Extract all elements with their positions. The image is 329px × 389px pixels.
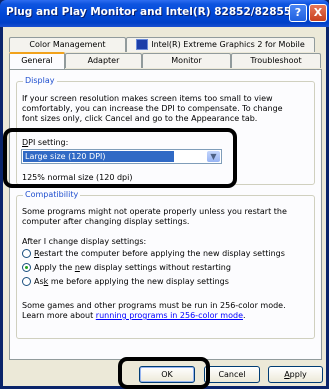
display-description-line: comfortably, you can increase the DPI to…	[22, 104, 283, 113]
color-mode-learn-more: Learn more about running programs in 256…	[22, 311, 246, 321]
running-256-color-link[interactable]: running programs in 256-color mode	[96, 311, 243, 320]
ask-pre: As	[34, 277, 44, 286]
cancel-button[interactable]: Cancel	[204, 366, 260, 383]
compatibility-group-label: Compatibility	[23, 190, 81, 199]
color-mode-note: Some games and other programs must be ru…	[22, 301, 286, 310]
dpi-label-rest: PI setting:	[28, 138, 69, 147]
chevron-down-icon[interactable]: ▼	[207, 151, 220, 162]
help-button[interactable]: ?	[289, 4, 307, 22]
tab-general[interactable]: General	[9, 52, 65, 69]
apply-button[interactable]: Apply	[268, 366, 323, 383]
restart-rest: estart the computer before applying the …	[39, 249, 285, 258]
ok-button[interactable]: OK	[139, 366, 195, 383]
dpi-normal-size: 125% normal size (120 dpi)	[22, 173, 133, 182]
apply-without-restart-label[interactable]: Apply the new display settings without r…	[34, 263, 231, 273]
general-tab-panel: Display If your screen resolution makes …	[9, 69, 322, 360]
apply-pre: Apply the	[34, 263, 75, 272]
compatibility-description-line: Some programs might not operate properly…	[22, 207, 287, 216]
tab-label: Adapter	[87, 56, 120, 65]
tab-troubleshoot[interactable]: Troubleshoot	[231, 53, 321, 68]
apply-without-restart-radio[interactable]	[22, 263, 31, 272]
close-button[interactable]: X	[309, 4, 327, 22]
compatibility-description-line: computer after changing display settings…	[22, 217, 190, 226]
apply-rest: ew display settings without restarting	[79, 263, 231, 272]
dialog-client: Color Management Intel(R) Extreme Graphi…	[3, 27, 326, 386]
tab-label: Color Management	[29, 40, 106, 49]
tab-label: Monitor	[171, 56, 202, 65]
intel-graphics-icon	[136, 39, 149, 50]
title-bar[interactable]: Plug and Play Monitor and Intel(R) 82852…	[0, 0, 329, 27]
compatibility-group: Compatibility Some programs might not op…	[16, 190, 315, 339]
tab-intel-graphics[interactable]: Intel(R) Extreme Graphics 2 for Mobile	[126, 37, 315, 52]
tab-color-management[interactable]: Color Management	[9, 37, 126, 52]
tab-label: General	[21, 56, 53, 65]
after-change-label: After I change display settings:	[22, 237, 147, 246]
display-group-label: Display	[23, 76, 57, 85]
learn-more-post: .	[243, 311, 246, 320]
tab-monitor[interactable]: Monitor	[142, 53, 231, 68]
tab-label: Troubleshoot	[250, 56, 302, 65]
ask-me-label[interactable]: Ask me before applying the new display s…	[34, 277, 229, 287]
dpi-setting-label: DPI setting:	[22, 138, 68, 148]
restart-radio[interactable]	[22, 249, 31, 258]
tab-adapter[interactable]: Adapter	[65, 53, 142, 68]
display-description-line: If your screen resolution makes screen i…	[22, 94, 273, 103]
apply-rest: pply	[289, 370, 307, 379]
display-description-line: font sizes only, click Cancel and go to …	[22, 114, 258, 123]
restart-option-label[interactable]: Restart the computer before applying the…	[34, 249, 285, 259]
ask-me-radio[interactable]	[22, 277, 31, 286]
learn-more-pre: Learn more about	[22, 311, 96, 320]
dpi-selected-value: Large size (120 DPI)	[23, 151, 174, 162]
dpi-setting-select[interactable]: Large size (120 DPI) ▼	[21, 149, 222, 164]
display-group: Display If your screen resolution makes …	[16, 76, 315, 185]
window-title: Plug and Play Monitor and Intel(R) 82852…	[6, 6, 291, 18]
ask-rest: me before applying the new display setti…	[48, 277, 229, 286]
dialog-window: Plug and Play Monitor and Intel(R) 82852…	[0, 0, 329, 389]
tab-label: Intel(R) Extreme Graphics 2 for Mobile	[151, 40, 305, 49]
